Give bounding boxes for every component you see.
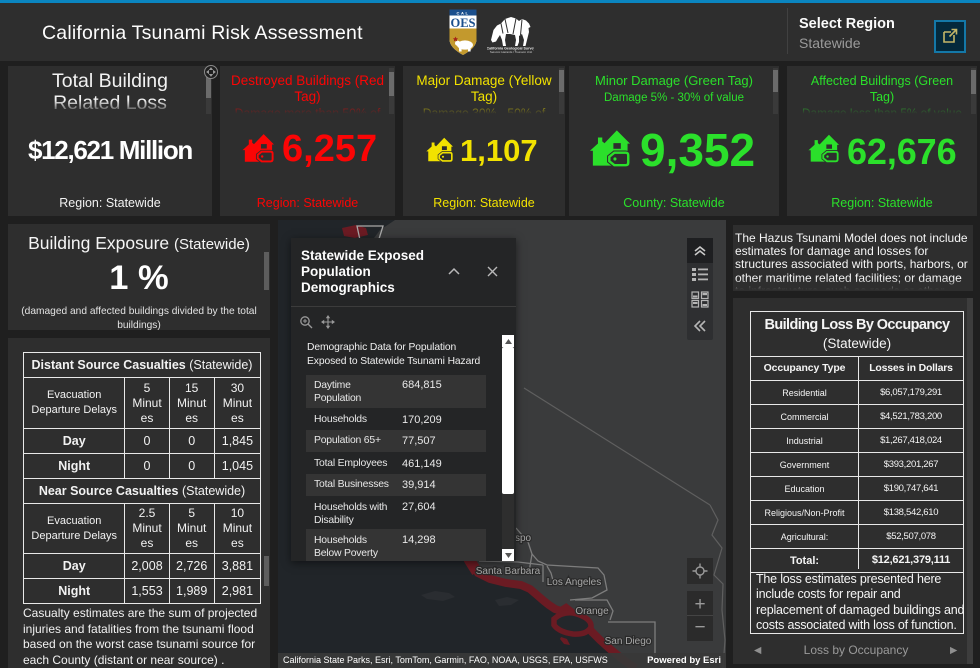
svg-text:OES: OES — [450, 16, 475, 30]
svg-text:Santa Barbara: Santa Barbara — [476, 566, 541, 577]
svg-text:Orange: Orange — [575, 606, 609, 617]
svg-text:San Diego: San Diego — [605, 636, 652, 647]
svg-text:Los Angeles: Los Angeles — [547, 577, 602, 588]
svg-text:Seismic Hazards | Tsunami Unit: Seismic Hazards | Tsunami Unit — [490, 50, 532, 53]
svg-text:spo: spo — [515, 533, 532, 544]
